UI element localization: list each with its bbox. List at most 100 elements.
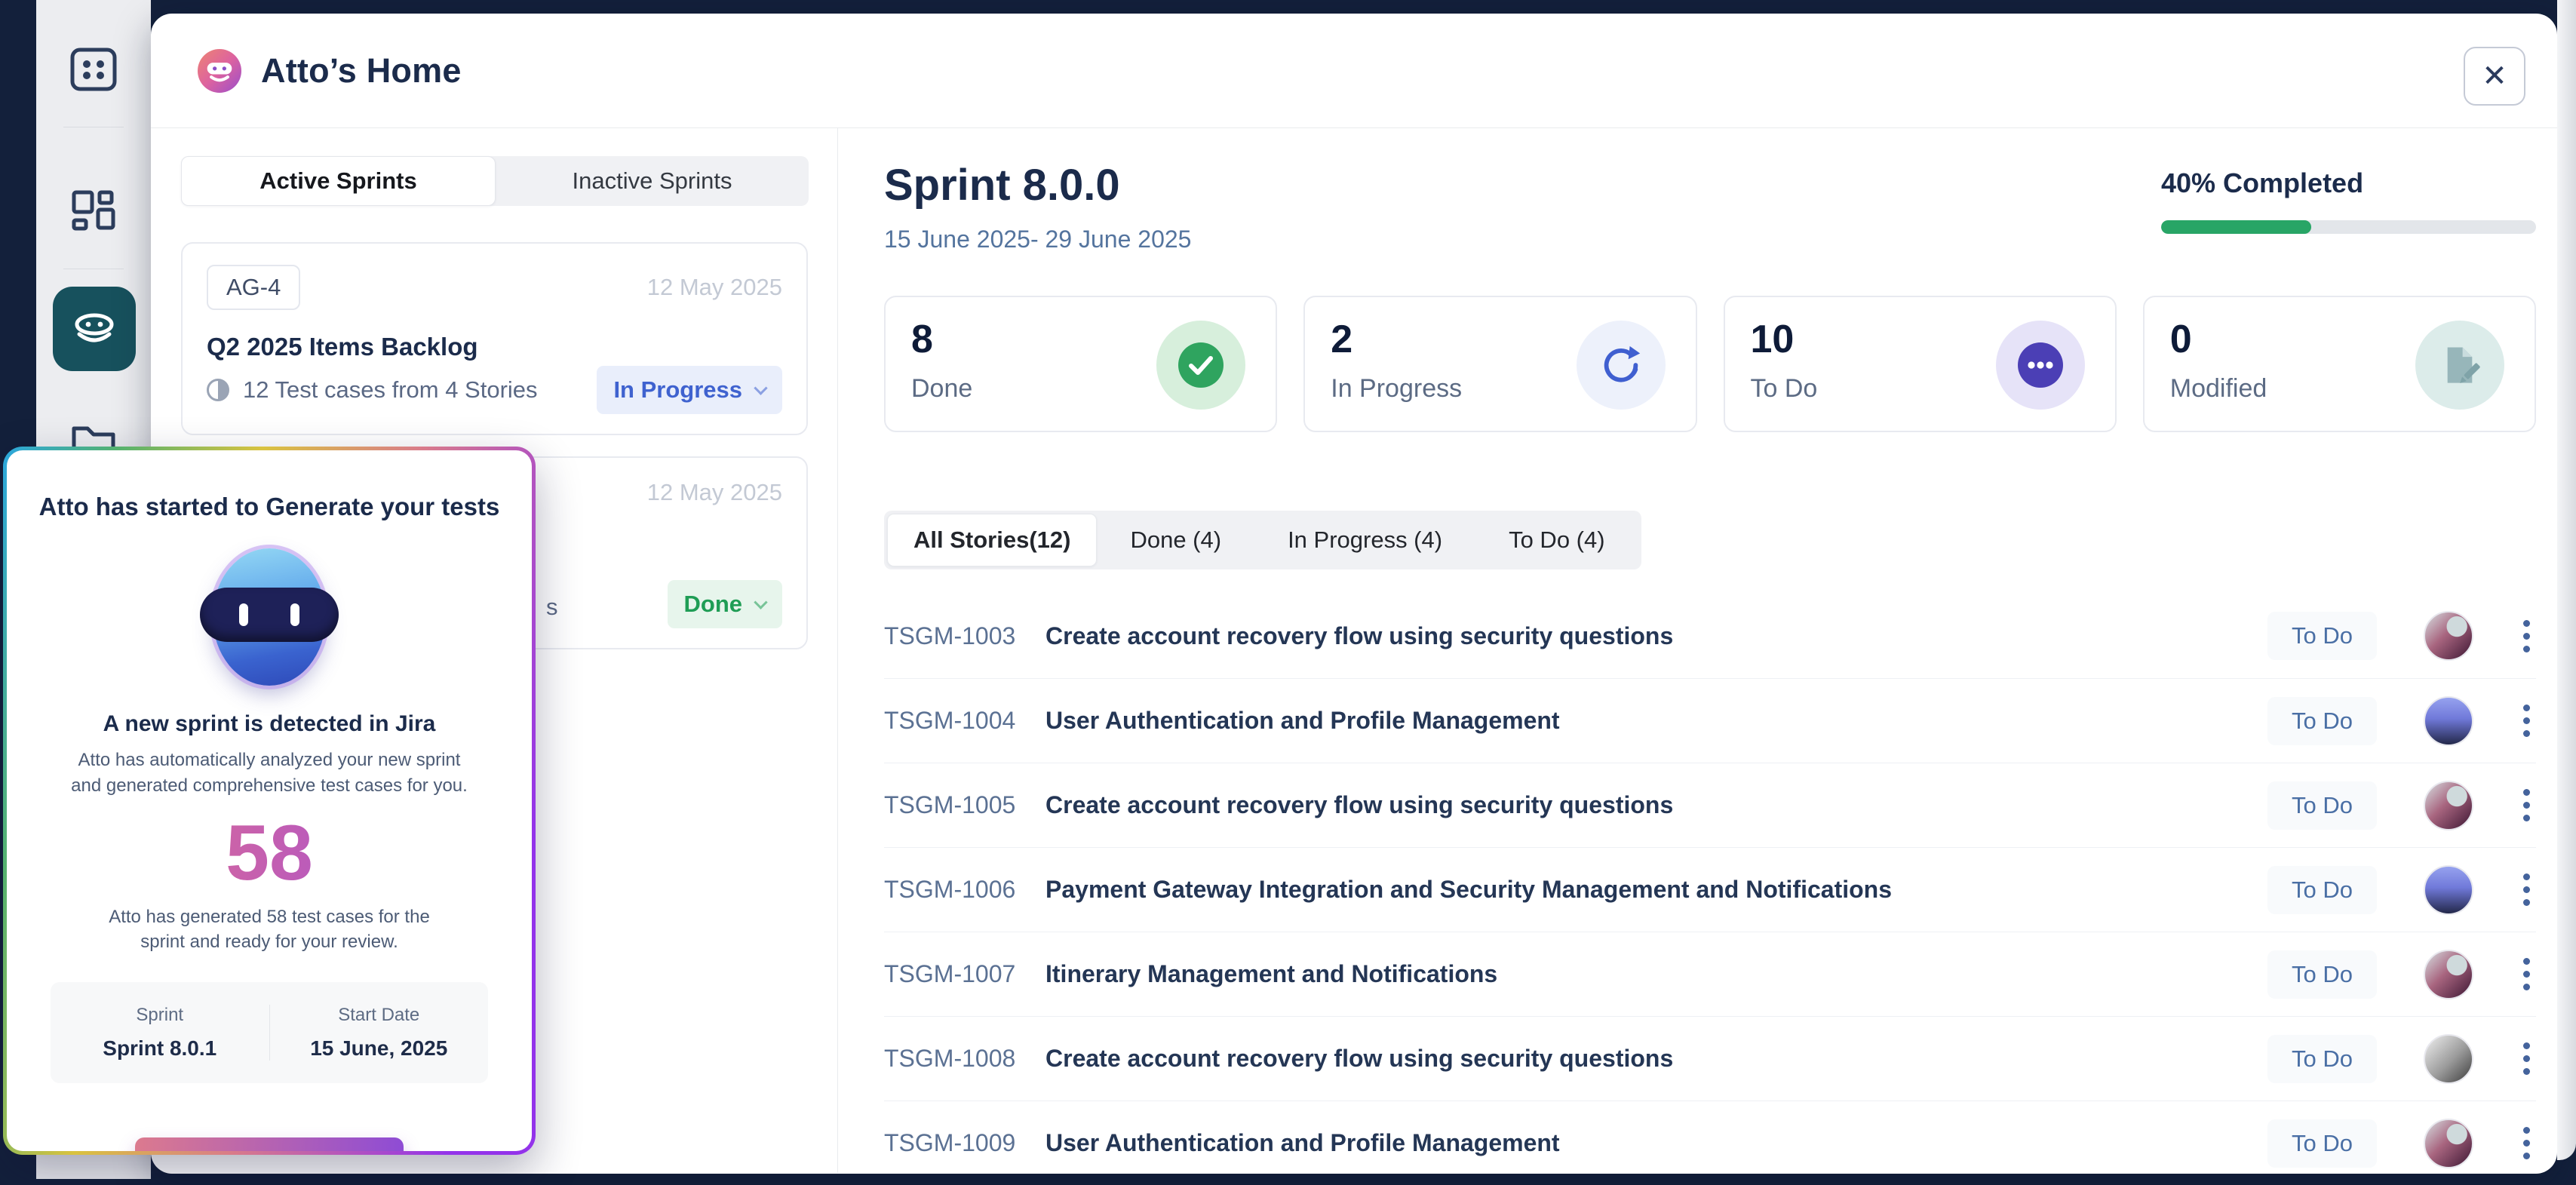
assignee-avatar[interactable] [2424, 1034, 2473, 1084]
kebab-menu-icon[interactable] [2517, 611, 2536, 662]
sprint-label: Sprint [51, 1005, 269, 1026]
stat-card-in-progress: 2 In Progress [1303, 296, 1696, 432]
story-status-badge[interactable]: To Do [2267, 697, 2377, 745]
sprint-date: 12 May 2025 [647, 274, 782, 301]
sprint-status-dropdown[interactable]: In Progress [597, 366, 782, 414]
kebab-menu-icon[interactable] [2517, 1118, 2536, 1168]
start-date-value: 15 June, 2025 [270, 1036, 489, 1061]
sprint-value: Sprint 8.0.1 [51, 1036, 269, 1061]
ellipsis-circle-icon [1996, 321, 2085, 410]
kebab-menu-icon[interactable] [2517, 780, 2536, 830]
stats-row: 8 Done 2 In Progress [884, 296, 2536, 432]
story-tabs: All Stories(12) Done (4) In Progress (4)… [884, 511, 1641, 569]
atto-robot-illustration [213, 548, 326, 686]
story-list: TSGM-1003 Create account recovery flow u… [884, 594, 2536, 1185]
story-title: Create account recovery flow using secur… [1042, 1045, 2267, 1073]
atto-logo [198, 49, 241, 93]
modal-header: Atto’s Home ✕ [151, 14, 2557, 128]
sprint-card[interactable]: AG-4 12 May 2025 Q2 2025 Items Backlog 1… [181, 242, 808, 435]
stat-card-done: 8 Done [884, 296, 1277, 432]
progress-label: 40% Completed [2161, 167, 2536, 199]
progress-bar [2161, 220, 2536, 234]
story-row[interactable]: TSGM-1009 User Authentication and Profil… [884, 1101, 2536, 1185]
dashboard-icon [70, 189, 117, 235]
scrollbar-track[interactable] [2557, 0, 2576, 1160]
kebab-menu-icon[interactable] [2517, 1033, 2536, 1084]
story-row[interactable]: TSGM-1008 Create account recovery flow u… [884, 1016, 2536, 1101]
sprint-meta: 12 Test cases from 4 Stories [243, 376, 538, 404]
story-row[interactable]: TSGM-1006 Payment Gateway Integration an… [884, 847, 2536, 932]
assignee-avatar[interactable] [2424, 1119, 2473, 1168]
sprint-progress: 40% Completed [2161, 167, 2536, 234]
toast-title: Atto has started to Generate your tests [7, 493, 532, 521]
story-status-badge[interactable]: To Do [2267, 612, 2377, 660]
sprint-key-badge: AG-4 [207, 265, 300, 310]
story-id: TSGM-1009 [884, 1129, 1042, 1157]
refresh-arrows-icon [1577, 321, 1666, 410]
sprint-date: 12 May 2025 [647, 479, 782, 506]
close-button[interactable]: ✕ [2464, 47, 2525, 106]
story-title: Payment Gateway Integration and Security… [1042, 876, 2267, 904]
assignee-avatar[interactable] [2424, 696, 2473, 746]
assignee-avatar[interactable] [2424, 865, 2473, 915]
story-title: Itinerary Management and Notifications [1042, 960, 2267, 988]
kebab-menu-icon[interactable] [2517, 949, 2536, 999]
toast-subtitle: A new sprint is detected in Jira [7, 711, 532, 737]
sidebar-item-dashboard[interactable] [36, 189, 151, 235]
story-status-badge[interactable]: To Do [2267, 950, 2377, 999]
kebab-menu-icon[interactable] [2517, 864, 2536, 915]
story-id: TSGM-1005 [884, 791, 1042, 819]
story-status-badge[interactable]: To Do [2267, 1035, 2377, 1083]
story-status-badge[interactable]: To Do [2267, 781, 2377, 830]
sprint-title: Sprint 8.0.0 [884, 160, 1191, 210]
story-row[interactable]: TSGM-1005 Create account recovery flow u… [884, 763, 2536, 847]
tab-to-do[interactable]: To Do (4) [1475, 514, 1638, 566]
sprint-detail-panel: Sprint 8.0.0 15 June 2025- 29 June 2025 … [838, 128, 2557, 1173]
assignee-avatar[interactable] [2424, 950, 2473, 999]
story-id: TSGM-1006 [884, 876, 1042, 904]
apps-grid-icon [69, 47, 118, 92]
story-title: User Authentication and Profile Manageme… [1042, 1129, 2267, 1157]
tab-done[interactable]: Done (4) [1097, 514, 1254, 566]
story-title: Create account recovery flow using secur… [1042, 791, 2267, 819]
assignee-avatar[interactable] [2424, 781, 2473, 830]
story-id: TSGM-1003 [884, 622, 1042, 650]
start-date-label: Start Date [270, 1005, 489, 1026]
story-status-badge[interactable]: To Do [2267, 866, 2377, 914]
story-row[interactable]: TSGM-1003 Create account recovery flow u… [884, 594, 2536, 678]
test-case-count: 58 [7, 810, 532, 896]
atto-toast: Atto has started to Generate your tests … [3, 447, 536, 1155]
sprint-date-range: 15 June 2025- 29 June 2025 [884, 226, 1191, 253]
page-title: Atto’s Home [261, 51, 462, 91]
story-row[interactable]: TSGM-1007 Itinerary Management and Notif… [884, 932, 2536, 1016]
stat-card-modified: 0 Modified [2143, 296, 2536, 432]
tab-inactive-sprints[interactable]: Inactive Sprints [496, 156, 809, 206]
count-caption: Atto has generated 58 test cases for the… [88, 904, 450, 955]
close-icon: ✕ [2482, 59, 2507, 94]
story-id: TSGM-1004 [884, 707, 1042, 735]
progress-bar-fill [2161, 220, 2311, 234]
story-title: User Authentication and Profile Manageme… [1042, 707, 2267, 735]
sprint-info-box: Sprint Sprint 8.0.1 Start Date 15 June, … [51, 982, 488, 1083]
check-circle-icon [1156, 321, 1245, 410]
sprint-tabs: Active Sprints Inactive Sprints [181, 156, 809, 206]
story-id: TSGM-1007 [884, 960, 1042, 988]
document-edit-icon [2415, 321, 2504, 410]
tab-active-sprints[interactable]: Active Sprints [181, 156, 496, 206]
sidebar-item-atto-active[interactable] [53, 287, 136, 371]
pie-chart-icon [207, 379, 229, 401]
sprint-status-dropdown[interactable]: Done [668, 580, 783, 628]
story-id: TSGM-1008 [884, 1045, 1042, 1073]
atto-robot-icon [69, 305, 119, 352]
chevron-down-icon [754, 381, 767, 394]
tab-all-stories[interactable]: All Stories(12) [887, 514, 1097, 566]
tab-in-progress[interactable]: In Progress (4) [1254, 514, 1475, 566]
story-row[interactable]: TSGM-1004 User Authentication and Profil… [884, 678, 2536, 763]
story-status-badge[interactable]: To Do [2267, 1119, 2377, 1168]
chevron-down-icon [754, 595, 767, 609]
sidebar-item-apps[interactable] [36, 47, 151, 92]
view-test-cases-button[interactable]: View Test Cases [135, 1137, 404, 1151]
assignee-avatar[interactable] [2424, 611, 2473, 661]
story-title: Create account recovery flow using secur… [1042, 622, 2267, 650]
kebab-menu-icon[interactable] [2517, 695, 2536, 746]
